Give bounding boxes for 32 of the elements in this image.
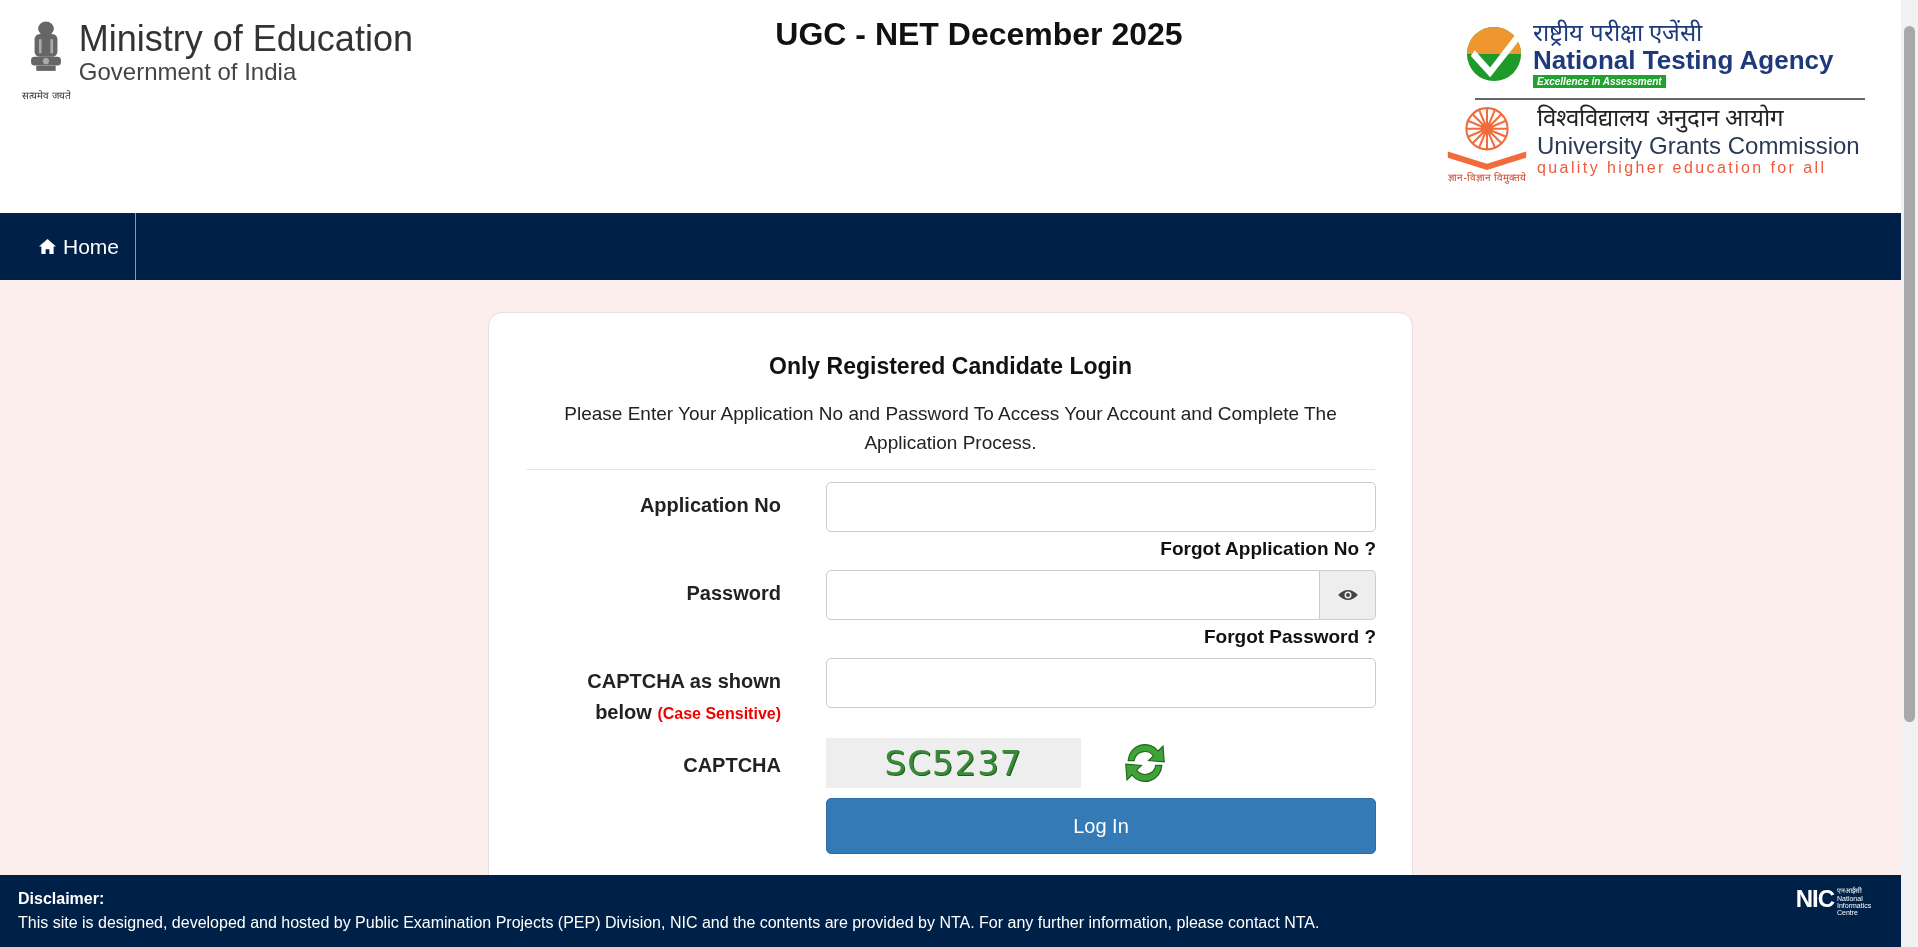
captcha-label: CAPTCHA [682,753,781,778]
commission-tagline: quality higher education for all [1537,159,1828,178]
input-field[interactable] [826,482,1376,532]
agency-hindi-name: राष्ट्रीय परीक्षा एजेंसी [1533,20,1704,47]
exam-title: UGC - NET December 2025 [775,16,1183,53]
login-button[interactable]: Log In [826,798,1376,854]
ugc-motto: ज्ञान-विज्ञान विमुक्तये [1448,171,1526,184]
agency-name: National Testing Agency [1533,46,1834,75]
disclaimer-heading: Disclaimer: [18,889,106,909]
field-label: Password [685,581,781,606]
login-description: Please Enter Your Application No and Password To Access Your Account and Complete The Application Process. [563,402,1338,455]
captcha-image: SC5237 [826,738,1081,788]
disclaimer-text: This site is designed, developed and hosted by Public Examination Projects (PEP) Division, NIC and the contents are provided by NTA. For any further information, please contact NTA. [18,913,1320,933]
ministry-title: Ministry of Education [78,20,413,58]
home-icon [38,238,57,255]
motto-text: सत्यमेव जयते [22,89,71,102]
forgot-link[interactable]: Forgot Password ? [1203,626,1376,648]
tick-logo-icon [1465,25,1523,83]
eye-icon [1336,588,1359,602]
input-field[interactable] [826,658,1376,708]
scrollbar[interactable] [1901,0,1918,947]
nic-logo-text: NIC [1795,887,1834,912]
scrollbar-thumb[interactable] [1904,26,1915,722]
login-title: Only Registered Candidate Login [768,353,1133,380]
field-label: CAPTCHA as shown below (Case Sensitive) [586,669,781,725]
field-label: Application No [638,493,781,518]
show-password-button[interactable] [1320,570,1376,620]
commission-hindi-name: विश्वविद्यालय अनुदान आयोग [1537,104,1786,132]
wheel-logo-icon [1445,104,1529,170]
forgot-link[interactable]: Forgot Application No ? [1160,538,1376,560]
agency-tagline: Excellence in Assessment [1533,75,1666,88]
password-field[interactable] [826,570,1320,620]
